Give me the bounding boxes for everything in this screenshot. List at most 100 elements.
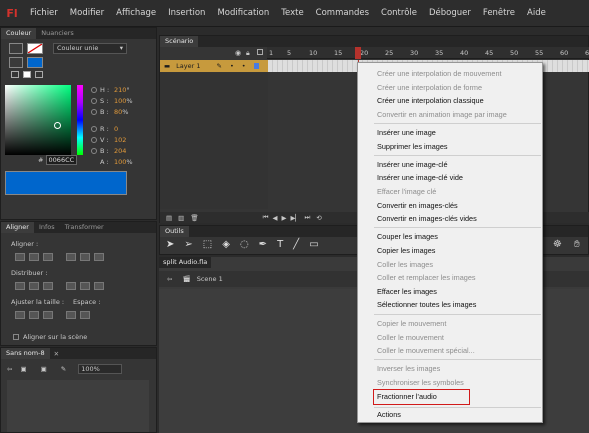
menu-item-select-all-frames[interactable]: Sélectionner toutes les images xyxy=(377,300,476,309)
loop-icon[interactable]: ⟲ xyxy=(316,214,321,222)
menu-fenetre[interactable]: Fenêtre xyxy=(477,0,521,27)
radio-icon[interactable] xyxy=(91,125,97,132)
radio-icon[interactable] xyxy=(91,147,97,154)
new-folder-icon[interactable]: ▥ xyxy=(178,214,184,222)
tab-sans-nom[interactable]: Sans nom-8 xyxy=(1,348,50,359)
space-vertical-icon[interactable] xyxy=(65,311,76,319)
radio-icon[interactable] xyxy=(91,86,97,93)
layer-row[interactable]: ▬ Layer 1 ✎ • • xyxy=(160,60,268,72)
zoom-dropdown[interactable]: 100% xyxy=(78,364,123,374)
back-arrow-icon[interactable]: ⇦ xyxy=(7,365,12,373)
fill-type-dropdown[interactable]: Couleur unie ▾ xyxy=(53,43,127,54)
menu-item-actions[interactable]: Actions xyxy=(377,410,401,419)
visibility-dot[interactable]: • xyxy=(230,62,234,70)
menu-modification[interactable]: Modification xyxy=(211,0,275,27)
layer-name[interactable]: Layer 1 xyxy=(176,62,200,70)
menu-item-motion-tween[interactable]: Créer une interpolation de mouvement xyxy=(377,69,502,78)
menu-item-copy-frames[interactable]: Copier les images xyxy=(377,246,435,255)
subselection-tool-icon[interactable]: ➢ xyxy=(184,239,192,250)
menu-item-clear-frames[interactable]: Effacer les images xyxy=(377,287,437,296)
menu-item-paste-frames[interactable]: Coller les images xyxy=(377,260,433,269)
align-hcenter-icon[interactable] xyxy=(29,253,39,261)
menu-fichier[interactable]: Fichier xyxy=(24,0,64,27)
fill-color-icon[interactable] xyxy=(9,57,23,68)
blue-value[interactable]: 204 xyxy=(114,147,126,155)
step-forward-icon[interactable]: ▶▏ xyxy=(290,214,300,222)
hex-input[interactable]: 0066CC xyxy=(45,155,78,165)
pen-tool-icon[interactable]: ✒ xyxy=(259,239,267,250)
text-tool-icon[interactable]: T xyxy=(277,239,283,250)
menu-affichage[interactable]: Affichage xyxy=(110,0,162,27)
menu-item-insert-blank-keyframe[interactable]: Insérer une image-clé vide xyxy=(377,173,463,182)
radio-icon[interactable] xyxy=(91,97,97,104)
stroke-color-icon[interactable] xyxy=(9,43,23,54)
distribute-top-icon[interactable] xyxy=(15,282,25,290)
back-arrow-icon[interactable]: ⇦ xyxy=(167,275,172,283)
match-both-icon[interactable] xyxy=(43,311,53,319)
menu-commandes[interactable]: Commandes xyxy=(310,0,375,27)
go-first-frame-icon[interactable]: ⏮ xyxy=(263,213,269,222)
lasso-icon[interactable]: ◌ xyxy=(240,239,249,250)
menu-item-sync-symbols[interactable]: Synchroniser les symboles xyxy=(377,378,464,387)
menu-item-remove-frames[interactable]: Supprimer les images xyxy=(377,142,448,151)
menu-item-shape-tween[interactable]: Créer une interpolation de forme xyxy=(377,83,482,92)
align-bottom-icon[interactable] xyxy=(93,253,104,261)
match-width-icon[interactable] xyxy=(15,311,25,319)
tab-infos[interactable]: Infos xyxy=(34,222,60,233)
menu-item-paste-motion[interactable]: Coller le mouvement xyxy=(377,333,444,342)
menu-item-cut-frames[interactable]: Couper les images xyxy=(377,232,438,241)
default-colors-icon[interactable] xyxy=(11,71,19,78)
distribute-left-icon[interactable] xyxy=(65,282,76,290)
edit-icon[interactable]: ✎ xyxy=(61,365,66,373)
tab-aligner[interactable]: Aligner xyxy=(1,222,34,233)
scene-name[interactable]: Scene 1 xyxy=(197,275,223,283)
menu-item-convert-blank-keyframes[interactable]: Convertir en images-clés vides xyxy=(377,214,477,223)
menu-item-clear-keyframe[interactable]: Effacer l'image clé xyxy=(377,187,436,196)
space-horizontal-icon[interactable] xyxy=(79,311,90,319)
distribute-hcenter-icon[interactable] xyxy=(79,282,90,290)
red-value[interactable]: 0 xyxy=(114,125,118,133)
menu-aide[interactable]: Aide xyxy=(521,0,552,27)
align-to-stage-checkbox[interactable] xyxy=(13,334,19,340)
menu-item-paste-replace-frames[interactable]: Coller et remplacer les images xyxy=(377,273,476,282)
playhead[interactable] xyxy=(355,47,361,59)
tab-scenario[interactable]: Scénario xyxy=(160,36,199,47)
tab-outils[interactable]: Outils xyxy=(160,226,189,237)
radio-icon[interactable] xyxy=(91,136,97,143)
menu-texte[interactable]: Texte xyxy=(275,0,309,27)
alpha-value[interactable]: 100 xyxy=(114,158,126,166)
distribute-vcenter-icon[interactable] xyxy=(29,282,39,290)
radio-icon[interactable] xyxy=(91,108,97,115)
menu-item-convert-keyframes[interactable]: Convertir en images-clés xyxy=(377,201,458,210)
no-color-button[interactable] xyxy=(23,71,31,78)
document-tab[interactable]: split Audio.fla xyxy=(159,257,212,268)
brightness-value[interactable]: 80 xyxy=(114,108,122,116)
menu-insertion[interactable]: Insertion xyxy=(162,0,211,27)
tab-couleur[interactable]: Couleur xyxy=(1,28,37,39)
color-picker-square[interactable] xyxy=(5,85,71,155)
stroke-swatch[interactable] xyxy=(27,43,43,54)
eye-icon[interactable]: ◉ xyxy=(235,49,241,57)
scene-icon[interactable]: ▣ xyxy=(20,365,26,373)
swap-colors-icon[interactable] xyxy=(35,71,43,78)
menu-item-copy-motion[interactable]: Copier le mouvement xyxy=(377,319,446,328)
hue-slider[interactable] xyxy=(77,85,83,155)
lock-dot[interactable]: • xyxy=(242,62,246,70)
bone-tool-icon[interactable]: ☸ xyxy=(553,239,562,250)
outline-icon[interactable] xyxy=(257,49,263,55)
tab-nuanciers[interactable]: Nuanciers xyxy=(36,28,79,39)
menu-item-reverse-frames[interactable]: Inverser les images xyxy=(377,364,440,373)
step-back-icon[interactable]: ◀ xyxy=(272,214,277,222)
rectangle-tool-icon[interactable]: ▭ xyxy=(309,239,318,250)
saturation-value[interactable]: 100 xyxy=(114,97,126,105)
menu-item-insert-keyframe[interactable]: Insérer une image-clé xyxy=(377,160,448,169)
free-transform-icon[interactable]: ⬚ xyxy=(203,239,212,250)
green-value[interactable]: 102 xyxy=(114,136,126,144)
frame-ruler[interactable]: 1 5 10 15 20 25 30 35 40 45 50 55 60 65 xyxy=(267,47,589,59)
distribute-right-icon[interactable] xyxy=(93,282,104,290)
align-vcenter-icon[interactable] xyxy=(79,253,90,261)
selection-tool-icon[interactable]: ➤ xyxy=(166,239,174,250)
play-icon[interactable]: ▶ xyxy=(281,214,286,222)
align-right-icon[interactable] xyxy=(43,253,53,261)
go-last-frame-icon[interactable]: ⏭ xyxy=(304,213,310,222)
